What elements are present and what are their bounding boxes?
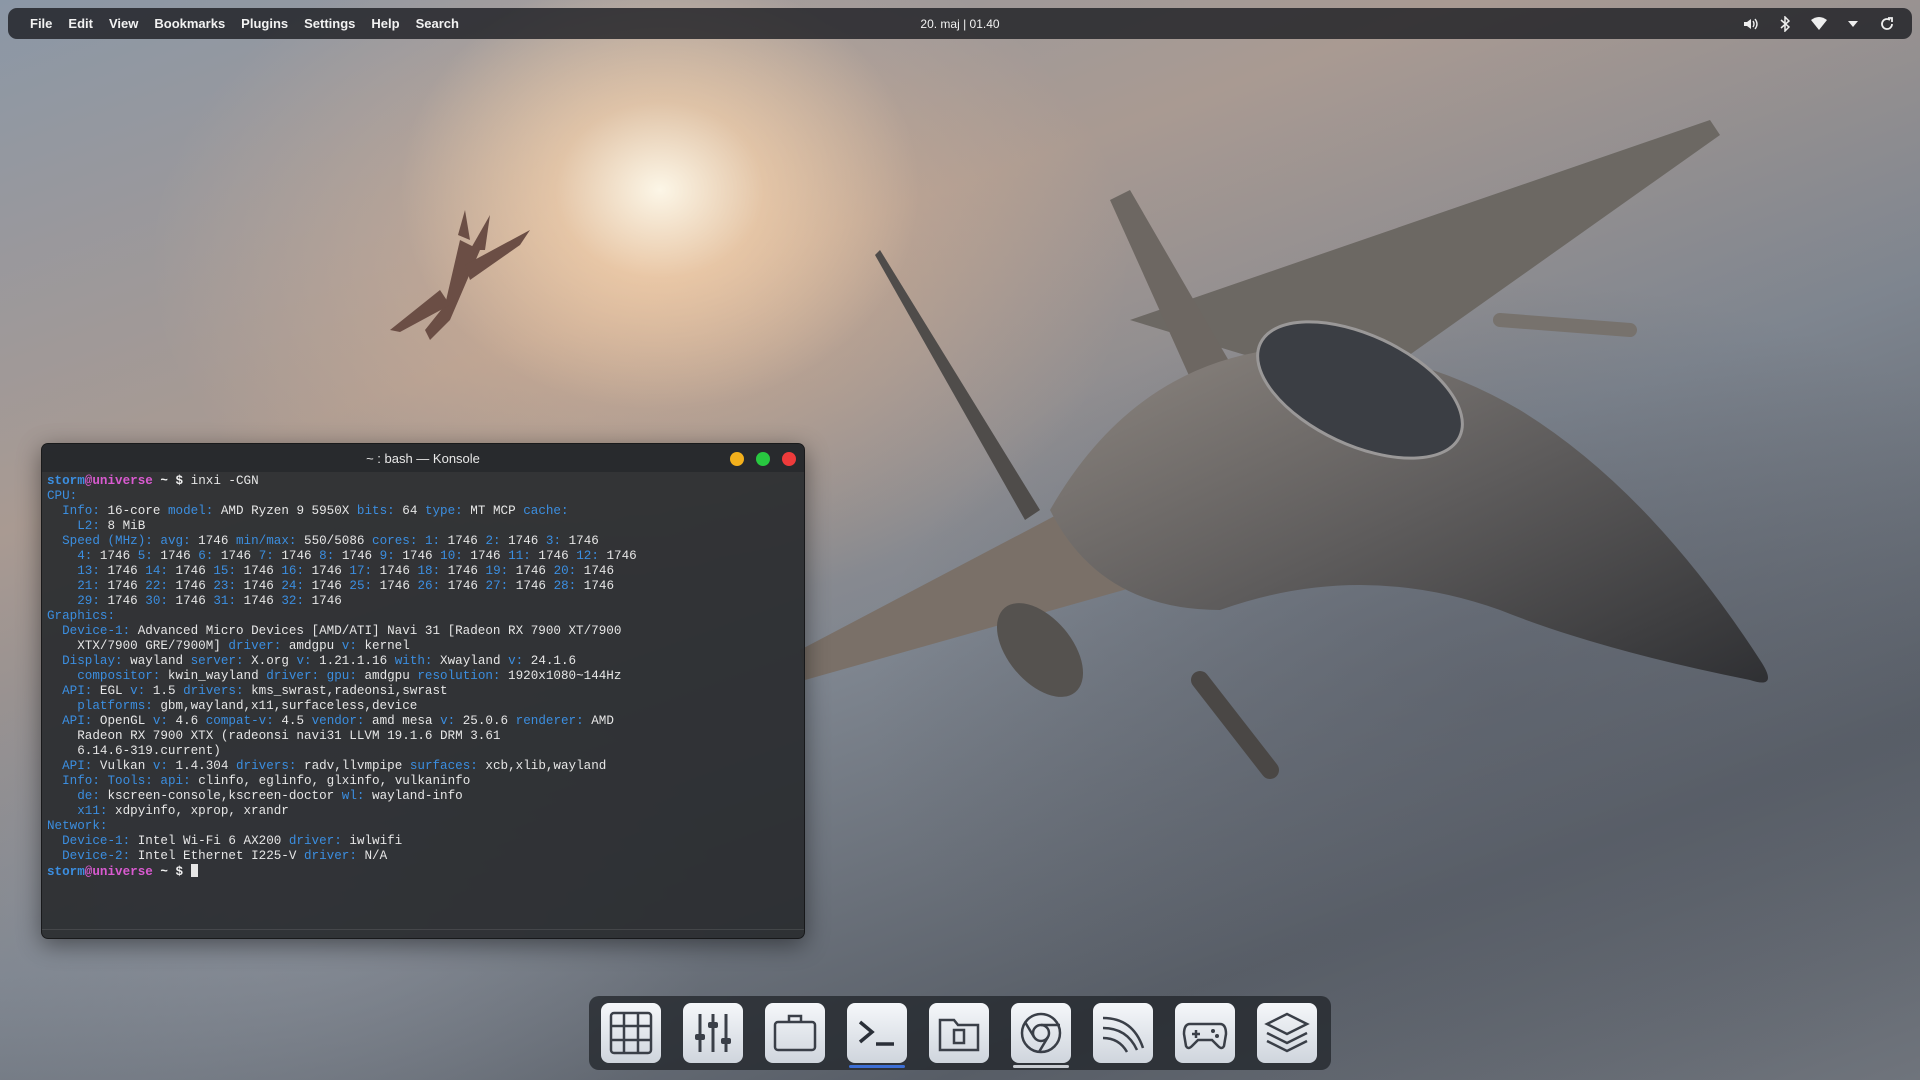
system-tray [1734, 15, 1904, 32]
menu-plugins[interactable]: Plugins [233, 16, 296, 31]
terminal-icon [858, 1020, 894, 1046]
layers-button[interactable] [1257, 1003, 1317, 1063]
scrollbar[interactable] [42, 929, 804, 930]
volume-icon[interactable] [1734, 17, 1768, 31]
maximize-button[interactable] [756, 452, 770, 466]
top-panel: File Edit View Bookmarks Plugins Setting… [8, 8, 1912, 39]
app-grid-icon [609, 1011, 653, 1055]
files-button[interactable] [929, 1003, 989, 1063]
gamepad-icon [1182, 1022, 1228, 1050]
close-button[interactable] [782, 452, 796, 466]
menu-file[interactable]: File [22, 16, 60, 31]
layers-icon [1264, 1012, 1310, 1053]
minimize-button[interactable] [730, 452, 744, 466]
briefcase-icon [773, 1014, 817, 1052]
gamepad-button[interactable] [1175, 1003, 1235, 1063]
global-menu: File Edit View Bookmarks Plugins Setting… [22, 16, 467, 31]
wave-icon [1102, 1016, 1145, 1053]
menu-settings[interactable]: Settings [296, 16, 363, 31]
refresh-icon[interactable] [1870, 16, 1904, 32]
terminal-button[interactable] [847, 1003, 907, 1068]
menu-view[interactable]: View [101, 16, 146, 31]
menu-edit[interactable]: Edit [60, 16, 101, 31]
running-indicator [849, 1065, 905, 1068]
mixer-button[interactable] [683, 1003, 743, 1063]
window-titlebar[interactable]: ~ : bash — Konsole [42, 444, 804, 472]
window-title: ~ : bash — Konsole [366, 450, 480, 466]
mixer-icon [695, 1014, 731, 1052]
konsole-window[interactable]: ~ : bash — Konsole storm@universe ~ $ in… [41, 443, 805, 939]
app-grid-button[interactable] [601, 1003, 661, 1063]
clock[interactable]: 20. maj | 01.40 [920, 17, 999, 31]
menu-help[interactable]: Help [363, 16, 407, 31]
menu-search[interactable]: Search [408, 16, 467, 31]
chevron-down-icon[interactable] [1836, 20, 1870, 28]
fighter-jet-image [800, 120, 1768, 779]
menu-bookmarks[interactable]: Bookmarks [146, 16, 233, 31]
chrome-button[interactable] [1011, 1003, 1071, 1068]
briefcase-button[interactable] [765, 1003, 825, 1063]
bluetooth-icon[interactable] [1768, 15, 1802, 32]
wave-app-button[interactable] [1093, 1003, 1153, 1063]
running-indicator [1013, 1065, 1069, 1068]
text-cursor [190, 864, 198, 877]
chrome-icon [1020, 1012, 1062, 1054]
wifi-icon[interactable] [1802, 16, 1836, 31]
dock [589, 996, 1331, 1070]
distant-jet-image [390, 210, 530, 340]
files-icon [938, 1018, 980, 1052]
terminal-output[interactable]: storm@universe ~ $ inxi -CGN CPU: Info: … [42, 472, 804, 882]
